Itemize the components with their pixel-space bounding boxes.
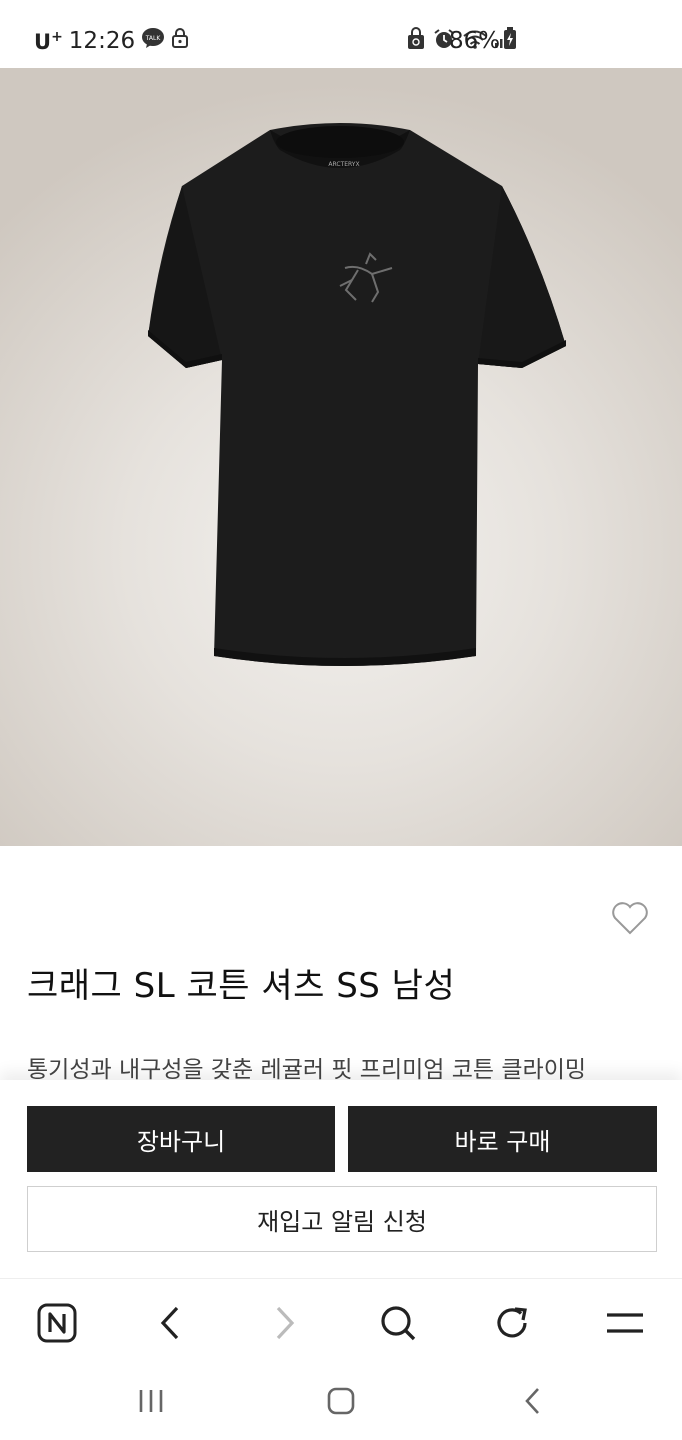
browser-toolbar (0, 1278, 682, 1367)
carrier-label: U+ (34, 28, 63, 54)
forward-button[interactable] (257, 1297, 313, 1353)
home-icon (326, 1386, 356, 1420)
naver-home-button[interactable] (29, 1297, 85, 1353)
battery-icon (503, 26, 517, 56)
product-description: 통기성과 내구성을 갖춘 레귤러 핏 프리미엄 코튼 클라이밍 (27, 1057, 587, 1083)
status-bar: U+ 12:26 TALK 86% (0, 0, 682, 68)
home-button[interactable] (313, 1382, 369, 1424)
battery-status: 86% (449, 24, 517, 58)
search-button[interactable] (370, 1297, 426, 1353)
battery-percent: 86% (449, 28, 501, 54)
status-left: U+ 12:26 TALK (34, 24, 189, 58)
menu-button[interactable] (597, 1297, 653, 1353)
naver-home-icon (37, 1303, 77, 1347)
heart-icon (610, 900, 650, 940)
search-icon (379, 1304, 417, 1346)
forward-icon (273, 1305, 297, 1345)
talk-icon: TALK (141, 27, 165, 55)
refresh-button[interactable] (484, 1297, 540, 1353)
back-button[interactable] (142, 1297, 198, 1353)
lock-icon (171, 27, 189, 55)
back-nav-button[interactable] (505, 1382, 561, 1424)
buy-now-button[interactable]: 바로 구매 (348, 1106, 657, 1172)
svg-text:TALK: TALK (145, 35, 162, 42)
svg-text:ARCTERYX: ARCTERYX (328, 161, 359, 168)
vpn-icon (406, 27, 426, 55)
clock: 12:26 (68, 28, 136, 54)
product-image[interactable]: ARCTERYX (0, 68, 682, 846)
purchase-panel: 장바구니 바로 구매 재입고 알림 신청 (0, 1080, 682, 1278)
menu-icon (605, 1310, 645, 1340)
system-navigation-bar (0, 1366, 682, 1440)
recents-icon (137, 1387, 165, 1419)
recents-button[interactable] (123, 1382, 179, 1424)
wishlist-button[interactable] (610, 900, 650, 936)
back-icon (158, 1305, 182, 1345)
tshirt-image: ARCTERYX (148, 123, 566, 666)
product-title: 크래그 SL 코튼 셔츠 SS 남성 (27, 966, 456, 1006)
restock-alert-button[interactable]: 재입고 알림 신청 (27, 1186, 657, 1252)
add-to-cart-button[interactable]: 장바구니 (27, 1106, 335, 1172)
back-nav-icon (522, 1386, 544, 1420)
refresh-icon (493, 1304, 531, 1346)
